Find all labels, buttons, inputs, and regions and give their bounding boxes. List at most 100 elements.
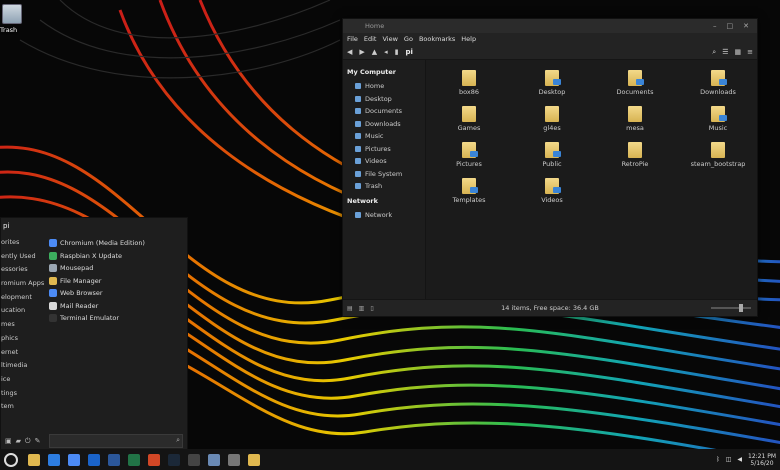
- sidebar-heading-my-computer[interactable]: My Computer: [347, 68, 425, 76]
- file-item-box86[interactable]: box86: [434, 70, 504, 96]
- menu-category-elopment[interactable]: elopment: [1, 293, 46, 307]
- menu-app-mousepad[interactable]: Mousepad: [49, 262, 145, 275]
- menu-category-tem[interactable]: tem: [1, 402, 46, 416]
- sidebar-item-home[interactable]: Home: [343, 80, 425, 93]
- settings-icon[interactable]: ✎: [35, 437, 41, 445]
- close-button[interactable]: ✕: [743, 22, 749, 30]
- sidebar-item-label: Network: [365, 210, 393, 219]
- taskbar-folder-icon[interactable]: [28, 453, 40, 466]
- sidebar-item-file-system[interactable]: File System: [343, 168, 425, 181]
- sidebar-item-pictures[interactable]: Pictures: [343, 143, 425, 156]
- menu-search-input[interactable]: ⌕: [49, 434, 183, 448]
- volume-icon[interactable]: ◀: [737, 456, 742, 463]
- menu-app-raspbian-x-update[interactable]: Raspbian X Update: [49, 250, 145, 263]
- taskbar-explorer-icon[interactable]: [248, 453, 260, 466]
- file-item-steam-bootstrap[interactable]: steam_bootstrap: [683, 142, 753, 168]
- file-item-public[interactable]: Public: [517, 142, 587, 168]
- folder-icon: [545, 106, 559, 122]
- taskbar-calculator-icon[interactable]: [228, 453, 240, 466]
- file-item-label: Documents: [616, 88, 654, 96]
- taskbar-store-icon[interactable]: [48, 453, 60, 466]
- menu-app-web-browser[interactable]: Web Browser: [49, 287, 145, 300]
- sidebar-item-trash[interactable]: Trash: [343, 180, 425, 193]
- menu-app-chromium-media-edition[interactable]: Chromium (Media Edition): [49, 237, 145, 250]
- menu-bookmarks[interactable]: Bookmarks: [419, 35, 455, 43]
- menu-category-ucation[interactable]: ucation: [1, 306, 46, 320]
- menu-category-phics[interactable]: phics: [1, 334, 46, 348]
- menu-category-mes[interactable]: mes: [1, 320, 46, 334]
- maximize-button[interactable]: □: [727, 22, 734, 30]
- file-item-pictures[interactable]: Pictures: [434, 142, 504, 168]
- menu-go[interactable]: Go: [404, 35, 413, 43]
- grid-view-icon[interactable]: ▦: [735, 48, 742, 57]
- menu-file[interactable]: File: [347, 35, 358, 43]
- taskbar-powerpoint-icon[interactable]: [148, 453, 160, 466]
- network-icon[interactable]: ◫: [726, 456, 732, 463]
- sidebar-item-videos[interactable]: Videos: [343, 155, 425, 168]
- taskbar-files-icon[interactable]: [208, 453, 220, 466]
- file-item-music[interactable]: Music: [683, 106, 753, 132]
- zoom-slider[interactable]: [711, 304, 751, 312]
- menu-category-orites[interactable]: orites: [1, 238, 46, 252]
- menu-app-label: Terminal Emulator: [60, 314, 120, 323]
- power-icon[interactable]: ⏻: [25, 437, 31, 446]
- taskbar-chrome-icon[interactable]: [68, 453, 80, 466]
- sidebar-item-music[interactable]: Music: [343, 130, 425, 143]
- sidebar-item-desktop[interactable]: Desktop: [343, 93, 425, 106]
- file-item-documents[interactable]: Documents: [600, 70, 670, 96]
- file-item-label: Templates: [452, 196, 486, 204]
- forward-icon[interactable]: ▶: [359, 48, 364, 56]
- sidebar-item-label: Home: [365, 82, 385, 91]
- lock-icon[interactable]: ▣: [5, 437, 12, 445]
- file-item-gl4es[interactable]: gl4es: [517, 106, 587, 132]
- sidebar-item-downloads[interactable]: Downloads: [343, 118, 425, 131]
- menu-category-ently-used[interactable]: ently Used: [1, 252, 46, 266]
- file-item-videos[interactable]: Videos: [517, 178, 587, 204]
- menu-category-ice[interactable]: ice: [1, 375, 46, 389]
- back-icon[interactable]: ◀: [347, 48, 352, 56]
- raspbian-x-update-icon: [49, 251, 57, 260]
- file-item-retropie[interactable]: RetroPie: [600, 142, 670, 168]
- taskbar-excel-icon[interactable]: [128, 453, 140, 466]
- file-item-desktop[interactable]: Desktop: [517, 70, 587, 96]
- clock[interactable]: 12:21 PM 5/16/20: [748, 453, 776, 467]
- taskbar-word-icon[interactable]: [108, 453, 120, 466]
- sidebar-item-documents[interactable]: Documents: [343, 105, 425, 118]
- location-button[interactable]: pi: [406, 48, 413, 56]
- minimize-button[interactable]: –: [713, 22, 717, 30]
- sidebar-item-network[interactable]: Network: [343, 209, 425, 222]
- menu-category-ernet[interactable]: ernet: [1, 348, 46, 362]
- bluetooth-icon[interactable]: ᛒ: [716, 456, 720, 463]
- title-bar[interactable]: Home – □ ✕: [343, 19, 757, 33]
- user-name: pi: [3, 222, 10, 230]
- up-icon[interactable]: ▲: [372, 48, 377, 56]
- file-item-templates[interactable]: Templates: [434, 178, 504, 204]
- file-item-downloads[interactable]: Downloads: [683, 70, 753, 96]
- menu-view[interactable]: View: [382, 35, 397, 43]
- desktop-trash-icon[interactable]: Trash: [0, 4, 30, 34]
- file-item-games[interactable]: Games: [434, 106, 504, 132]
- taskbar-steam-icon[interactable]: [168, 453, 180, 466]
- taskbar-outlook-icon[interactable]: [88, 453, 100, 466]
- start-button[interactable]: [4, 452, 18, 467]
- menu-app-file-manager[interactable]: File Manager: [49, 275, 145, 288]
- search-icon[interactable]: ⌕: [712, 48, 716, 57]
- menu-app-label: Raspbian X Update: [60, 251, 123, 260]
- sidebar-heading-network[interactable]: Network: [347, 197, 425, 205]
- file-item-label: steam_bootstrap: [690, 160, 746, 168]
- menu-app-mail-reader[interactable]: Mail Reader: [49, 300, 145, 313]
- zoom-handle[interactable]: [739, 304, 743, 312]
- menu-category-tings[interactable]: tings: [1, 389, 46, 403]
- menu-category-ltimedia[interactable]: ltimedia: [1, 361, 46, 375]
- compact-view-icon[interactable]: ≡: [747, 48, 753, 57]
- menu-category-romium-apps[interactable]: romium Apps: [1, 279, 46, 293]
- list-view-icon[interactable]: ☰: [722, 48, 728, 57]
- folder-icon[interactable]: ▰: [16, 437, 21, 445]
- menu-edit[interactable]: Edit: [364, 35, 377, 43]
- file-item-mesa[interactable]: mesa: [600, 106, 670, 132]
- menu-category-essories[interactable]: essories: [1, 265, 46, 279]
- taskbar-terminal-icon[interactable]: [188, 453, 200, 466]
- menu-app-terminal-emulator[interactable]: Terminal Emulator: [49, 312, 145, 325]
- toggle-location-icon[interactable]: ◂: [384, 48, 388, 56]
- menu-help[interactable]: Help: [461, 35, 476, 43]
